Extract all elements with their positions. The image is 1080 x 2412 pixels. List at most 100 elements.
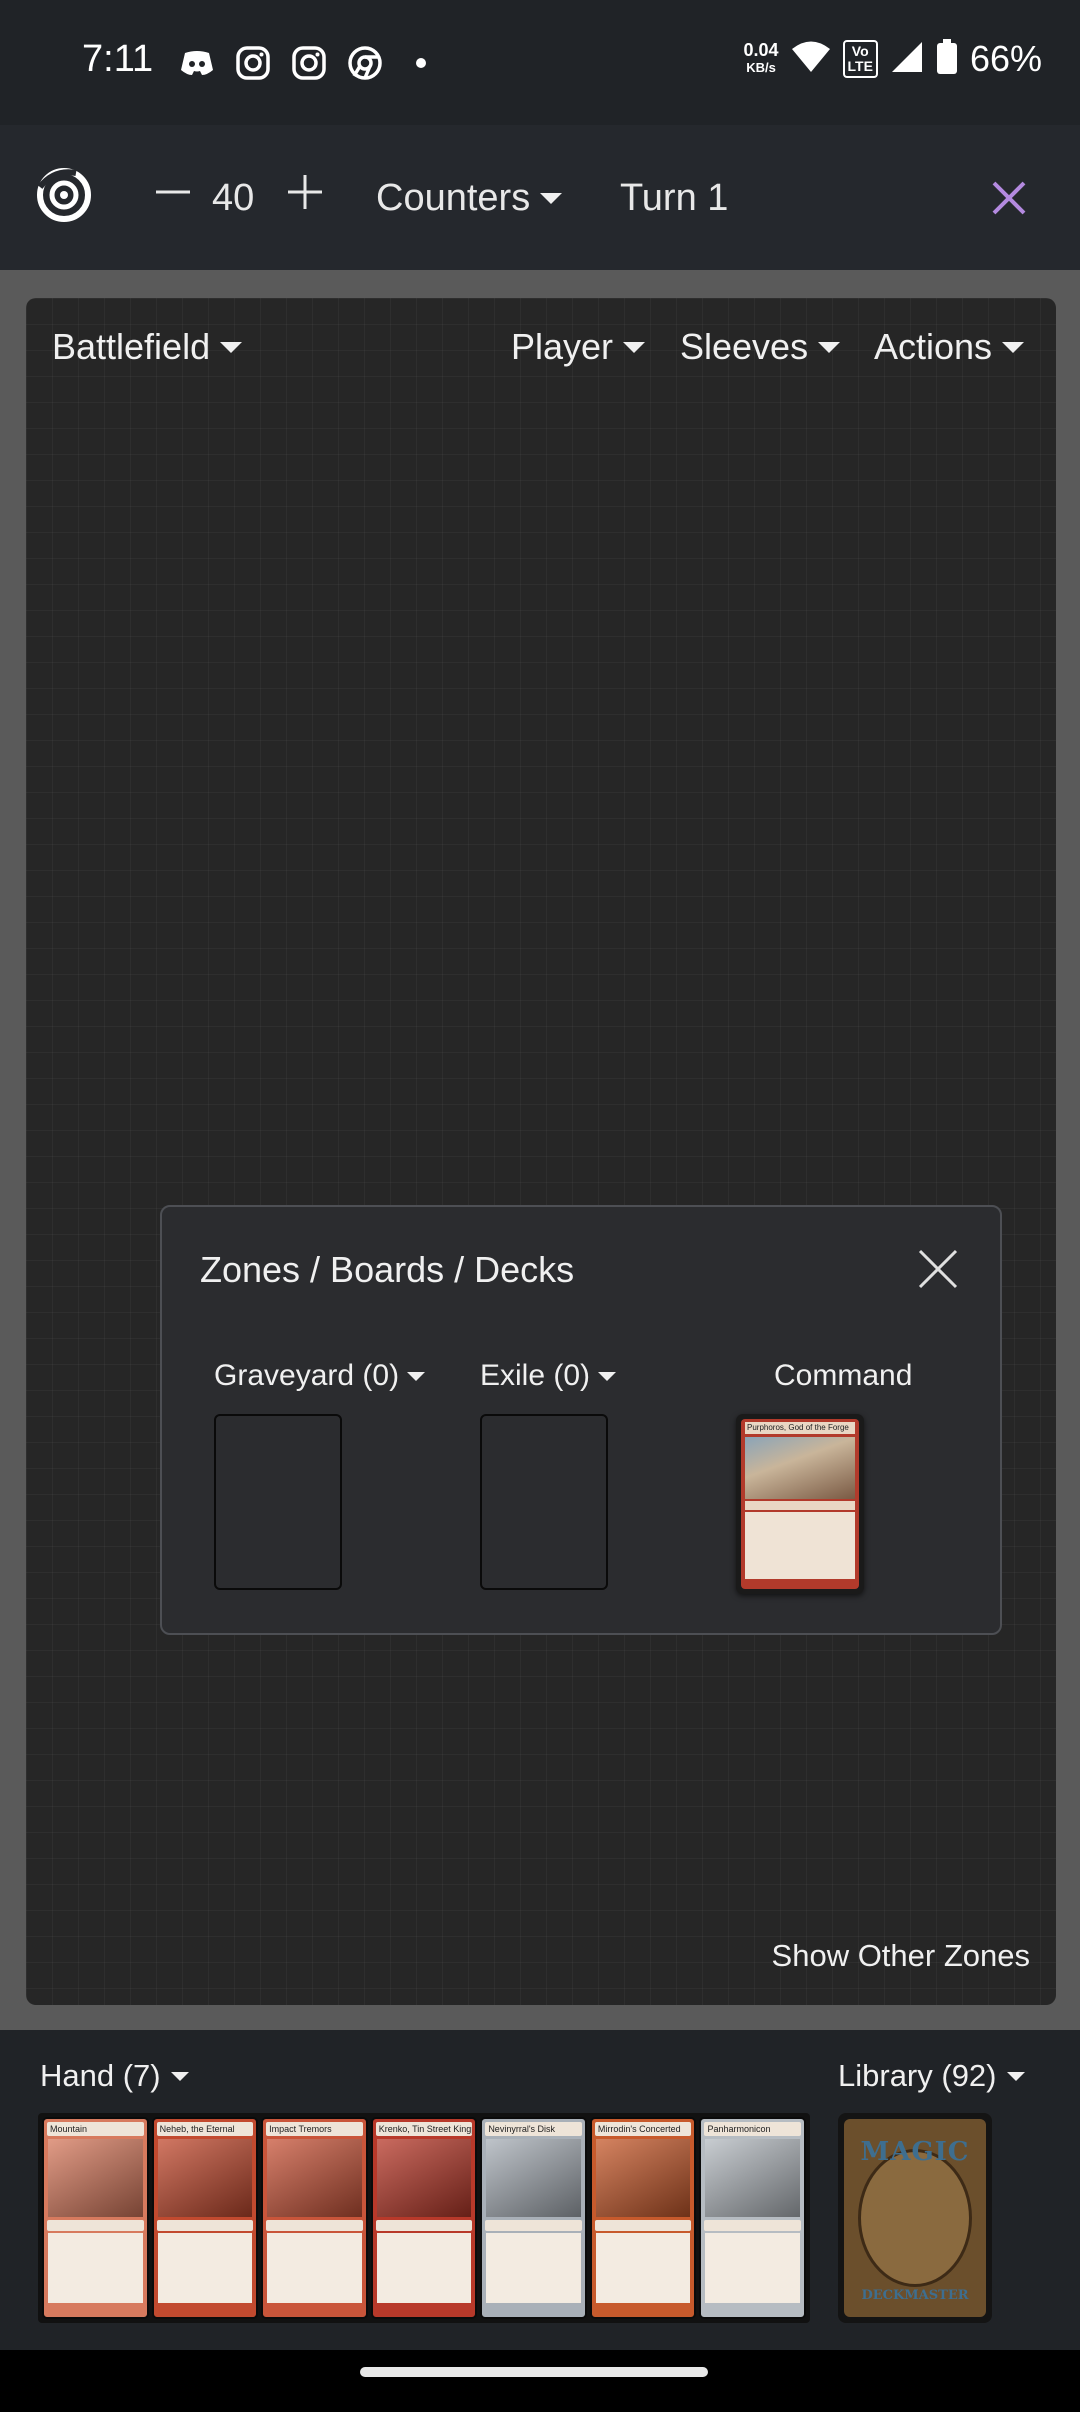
chevron-down-icon <box>170 2071 189 2081</box>
clock: 7:11 <box>82 38 154 80</box>
battlefield-area[interactable]: Battlefield Player Sleeves Actions <box>26 298 1056 2005</box>
card-text-box <box>745 1512 855 1579</box>
graveyard-slot[interactable] <box>214 1414 342 1590</box>
card-name: Krenko, Tin Street Kingpin <box>375 2122 473 2136</box>
card-name: Impact Tremors <box>266 2122 363 2136</box>
actions-dropdown[interactable]: Actions <box>874 326 1025 368</box>
card-art <box>267 2139 362 2217</box>
card-type-line <box>594 2220 692 2231</box>
sleeves-dropdown[interactable]: Sleeves <box>680 326 841 368</box>
card-type-line <box>47 2220 144 2231</box>
instagram-icon <box>234 44 272 82</box>
chevron-down-icon <box>623 341 646 353</box>
decrease-life-button[interactable] <box>150 169 196 215</box>
hand-card[interactable]: Impact Tremors <box>261 2117 368 2319</box>
discord-icon <box>178 44 216 82</box>
app-toolbar: 40 Counters Turn 1 <box>0 125 1080 270</box>
card-text-box <box>705 2233 801 2303</box>
dot-icon <box>402 44 440 82</box>
home-gesture-handle[interactable] <box>360 2367 708 2377</box>
chevron-down-icon <box>407 1371 426 1381</box>
system-status: 0.04 KB/s Vo LTE 66% <box>743 38 1042 80</box>
card-back-oval <box>858 2149 972 2287</box>
hand-cards: Mountain Neheb, the Eternal Impact Tremors… <box>38 2113 810 2323</box>
card-name: Purphoros, God of the Forge <box>745 1422 855 1434</box>
counters-label: Counters <box>376 177 531 219</box>
command-zone-card[interactable]: Purphoros, God of the Forge <box>736 1414 864 1594</box>
hand-card[interactable]: Krenko, Tin Street Kingpin <box>370 2117 478 2319</box>
card-text-box <box>267 2233 362 2303</box>
exile-slot[interactable] <box>480 1414 608 1590</box>
turn-indicator[interactable]: Turn 1 <box>620 177 728 220</box>
hand-card[interactable]: Neheb, the Eternal <box>151 2117 259 2319</box>
chevron-down-icon <box>1002 341 1025 353</box>
card-text-box <box>595 2233 691 2303</box>
increase-life-button[interactable] <box>282 169 328 215</box>
notification-icons <box>178 44 440 82</box>
exile-dropdown[interactable]: Exile (0) <box>480 1359 617 1393</box>
card-name: Panharmonicon <box>704 2122 802 2136</box>
card-type-line <box>266 2220 363 2231</box>
card-art <box>745 1437 855 1499</box>
actions-label: Actions <box>874 326 993 367</box>
instagram-icon <box>290 44 328 82</box>
card-back-title: MAGIC <box>860 2137 970 2167</box>
navigation-bar <box>0 2350 1080 2412</box>
card-name: Neheb, the Eternal <box>156 2122 254 2136</box>
app-logo-icon[interactable] <box>36 167 92 223</box>
chrome-icon <box>346 44 384 82</box>
card-type-line <box>375 2220 473 2231</box>
card-text-box <box>486 2233 581 2303</box>
hand-dropdown[interactable]: Hand (7) <box>40 2058 189 2094</box>
zones-panel: Zones / Boards / Decks Graveyard (0) Exi… <box>160 1205 1002 1635</box>
player-dropdown[interactable]: Player <box>511 326 646 368</box>
library-deck[interactable]: MAGIC DECKMASTER <box>838 2113 992 2323</box>
volte-badge: Vo LTE <box>842 40 878 78</box>
card-art <box>157 2139 253 2217</box>
card-name: Nevinyrral's Disk <box>485 2122 582 2136</box>
hand-card[interactable]: Nevinyrral's Disk <box>480 2117 587 2319</box>
card-type-line <box>704 2220 802 2231</box>
network-speed: 0.04 KB/s <box>743 40 779 75</box>
wifi-icon <box>791 40 831 79</box>
chevron-down-icon <box>1006 2071 1025 2081</box>
hand-card[interactable]: Mirrodin's Concerted <box>589 2117 697 2319</box>
card-art <box>486 2139 581 2217</box>
battery-icon <box>936 38 958 80</box>
chevron-down-icon <box>540 193 563 204</box>
chevron-down-icon <box>598 1371 617 1381</box>
exile-label: Exile (0) <box>480 1359 591 1392</box>
close-icon[interactable] <box>916 1247 960 1291</box>
graveyard-label: Graveyard (0) <box>214 1359 400 1392</box>
life-total: 40 <box>212 177 255 219</box>
card-text-box <box>48 2233 143 2303</box>
graveyard-dropdown[interactable]: Graveyard (0) <box>214 1359 426 1393</box>
card-name: Mirrodin's Concerted <box>594 2122 692 2136</box>
sleeves-label: Sleeves <box>680 326 809 367</box>
hand-card[interactable]: Panharmonicon <box>699 2117 807 2319</box>
hand-label: Hand (7) <box>40 2058 161 2093</box>
zones-panel-title: Zones / Boards / Decks <box>200 1249 575 1290</box>
card-art <box>48 2139 143 2217</box>
card-text-box <box>157 2233 253 2303</box>
card-name: Mountain <box>47 2122 144 2136</box>
card-back-subtitle: DECKMASTER <box>861 2288 969 2303</box>
card-art <box>595 2139 691 2217</box>
card-art <box>705 2139 801 2217</box>
library-dropdown[interactable]: Library (92) <box>838 2058 1025 2094</box>
card-art <box>376 2139 472 2217</box>
card-type-line <box>485 2220 582 2231</box>
hand-card[interactable]: Mountain <box>42 2117 149 2319</box>
zone-dropdown[interactable]: Battlefield <box>52 326 243 368</box>
show-other-zones-link[interactable]: Show Other Zones <box>772 1938 1030 1974</box>
card-type-line <box>156 2220 254 2231</box>
chevron-down-icon <box>220 341 243 353</box>
battery-percent: 66% <box>969 38 1042 79</box>
card-back: MAGIC DECKMASTER <box>844 2119 986 2317</box>
signal-icon <box>890 40 924 79</box>
library-label: Library (92) <box>838 2058 997 2093</box>
counters-dropdown[interactable]: Counters <box>376 177 563 220</box>
close-icon[interactable] <box>986 175 1032 221</box>
battlefield-label: Battlefield <box>52 326 211 367</box>
status-bar: 7:11 0.04 KB/s Vo LTE 66% <box>0 0 1080 125</box>
